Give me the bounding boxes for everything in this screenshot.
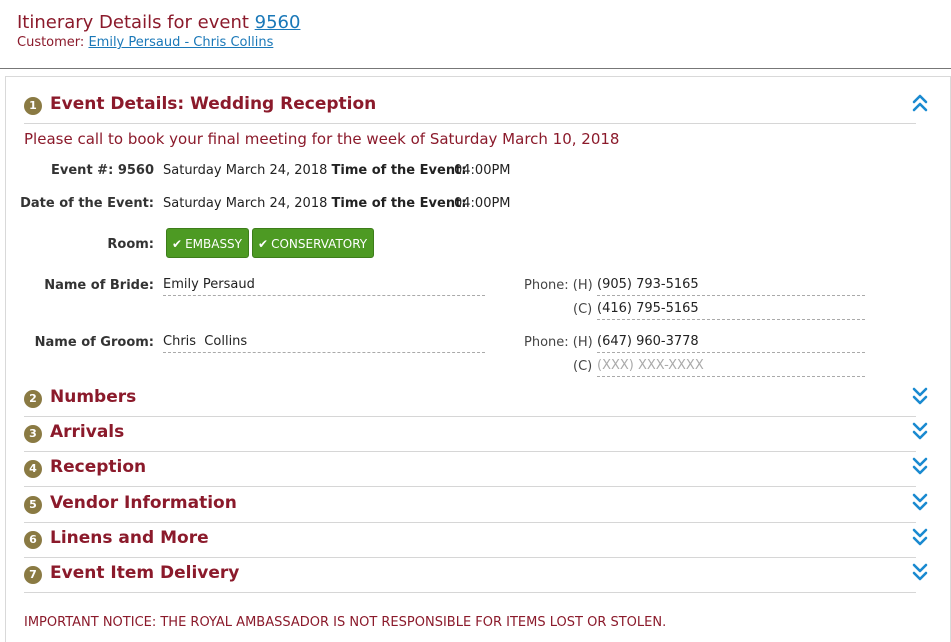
important-notice: IMPORTANT NOTICE: THE ROYAL AMBASSADOR I… — [24, 615, 667, 630]
room-name: CONSERVATORY — [271, 237, 368, 251]
groom-name-value: Chris Collins — [163, 334, 248, 349]
home-phone-label: (H) — [572, 278, 593, 293]
section-title: Event Details: Wedding Reception — [50, 94, 377, 114]
event-number-label-text: Event #: — [51, 163, 114, 178]
bride-home-phone-field[interactable]: (905) 793-5165 — [597, 275, 865, 296]
chevron-double-up-icon[interactable] — [912, 92, 928, 114]
event-time-value-2: 04:00PM — [454, 196, 511, 211]
date-of-event-row: Saturday March 24, 2018 Time of the Even… — [163, 196, 467, 211]
checkmark-icon: ✔ — [258, 237, 269, 251]
section-title: Vendor Information — [50, 493, 237, 513]
room-button-embassy[interactable]: ✔ EMBASSY — [166, 228, 250, 258]
customer-link[interactable]: Emily Persaud - Chris Collins — [88, 35, 273, 50]
date-of-event-value: Saturday March 24, 2018 — [163, 196, 328, 211]
section-header-vendor-information[interactable]: 5 Vendor Information — [24, 488, 928, 523]
checkmark-icon: ✔ — [172, 237, 183, 251]
section-number-badge: 5 — [24, 496, 42, 514]
chevron-double-down-icon[interactable] — [912, 455, 928, 477]
meeting-notice: Please call to book your final meeting f… — [24, 130, 620, 148]
event-date-row: Saturday March 24, 2018 Time of the Even… — [163, 163, 467, 178]
section-number-badge: 3 — [24, 425, 42, 443]
section-number-badge: 6 — [24, 531, 42, 549]
bride-phone-label: Phone: (H) — [524, 278, 593, 293]
event-number-label: Event #: 9560 — [51, 163, 154, 178]
phone-label-text: Phone: — [524, 278, 569, 293]
section-title: Linens and More — [50, 528, 209, 548]
section-number-badge: 7 — [24, 566, 42, 584]
groom-cell-phone-placeholder: (XXX) XXX-XXXX — [597, 358, 704, 373]
section-title: Reception — [50, 457, 147, 477]
event-time-label-2: Time of the Event: — [331, 196, 467, 211]
bride-name-field[interactable]: Emily Persaud — [163, 275, 485, 296]
bride-name-value: Emily Persaud — [163, 277, 255, 292]
page-header: Itinerary Details for event 9560 Custome… — [0, 0, 951, 69]
section-header-numbers[interactable]: 2 Numbers — [24, 382, 928, 417]
groom-phone-label: Phone: (H) — [524, 335, 593, 350]
bride-cell-phone-label: (C) — [573, 302, 593, 317]
groom-cell-phone-field[interactable]: (XXX) XXX-XXXX — [597, 356, 865, 377]
section-title: Arrivals — [50, 422, 125, 442]
groom-cell-phone-label: (C) — [573, 359, 593, 374]
section-title: Numbers — [50, 387, 137, 407]
customer-label: Customer: — [17, 35, 85, 50]
groom-home-phone-value: (647) 960-3778 — [597, 334, 699, 349]
page-title: Itinerary Details for event 9560 — [17, 12, 300, 33]
bride-home-phone-value: (905) 793-5165 — [597, 277, 699, 292]
chevron-double-down-icon[interactable] — [912, 385, 928, 407]
phone-label-text: Phone: — [524, 335, 569, 350]
section-number-badge: 2 — [24, 390, 42, 408]
section-number-badge: 4 — [24, 460, 42, 478]
event-time-value: 04:00PM — [454, 163, 511, 178]
section-title: Event Item Delivery — [50, 563, 240, 583]
date-of-event-label: Date of the Event: — [20, 196, 154, 211]
chevron-double-down-icon[interactable] — [912, 420, 928, 442]
bride-cell-phone-value: (416) 795-5165 — [597, 301, 699, 316]
page-title-text: Itinerary Details for event — [17, 12, 249, 33]
room-button-conservatory[interactable]: ✔ CONSERVATORY — [252, 228, 375, 258]
event-time-label: Time of the Event: — [331, 163, 467, 178]
event-number-link[interactable]: 9560 — [255, 12, 301, 33]
chevron-double-down-icon[interactable] — [912, 561, 928, 583]
section-header-event-details[interactable]: 1 Event Details: Wedding Reception — [24, 89, 928, 124]
chevron-double-down-icon[interactable] — [912, 491, 928, 513]
section-number-badge: 1 — [24, 97, 42, 115]
section-header-event-item-delivery[interactable]: 7 Event Item Delivery — [24, 558, 928, 593]
home-phone-label: (H) — [572, 335, 593, 350]
customer-line: Customer: Emily Persaud - Chris Collins — [17, 35, 273, 50]
bride-cell-phone-field[interactable]: (416) 795-5165 — [597, 299, 865, 320]
chevron-double-down-icon[interactable] — [912, 526, 928, 548]
section-header-linens-and-more[interactable]: 6 Linens and More — [24, 523, 928, 558]
groom-name-label: Name of Groom: — [34, 335, 154, 350]
bride-name-label: Name of Bride: — [44, 278, 154, 293]
section-header-reception[interactable]: 4 Reception — [24, 452, 928, 487]
groom-name-field[interactable]: Chris Collins — [163, 332, 485, 353]
room-name: EMBASSY — [185, 237, 243, 251]
room-label: Room: — [107, 237, 154, 252]
section-header-arrivals[interactable]: 3 Arrivals — [24, 417, 928, 452]
event-date-value: Saturday March 24, 2018 — [163, 163, 328, 178]
event-number-value: 9560 — [117, 163, 154, 178]
groom-home-phone-field[interactable]: (647) 960-3778 — [597, 332, 865, 353]
itinerary-panel: 1 Event Details: Wedding Reception Pleas… — [5, 76, 951, 642]
